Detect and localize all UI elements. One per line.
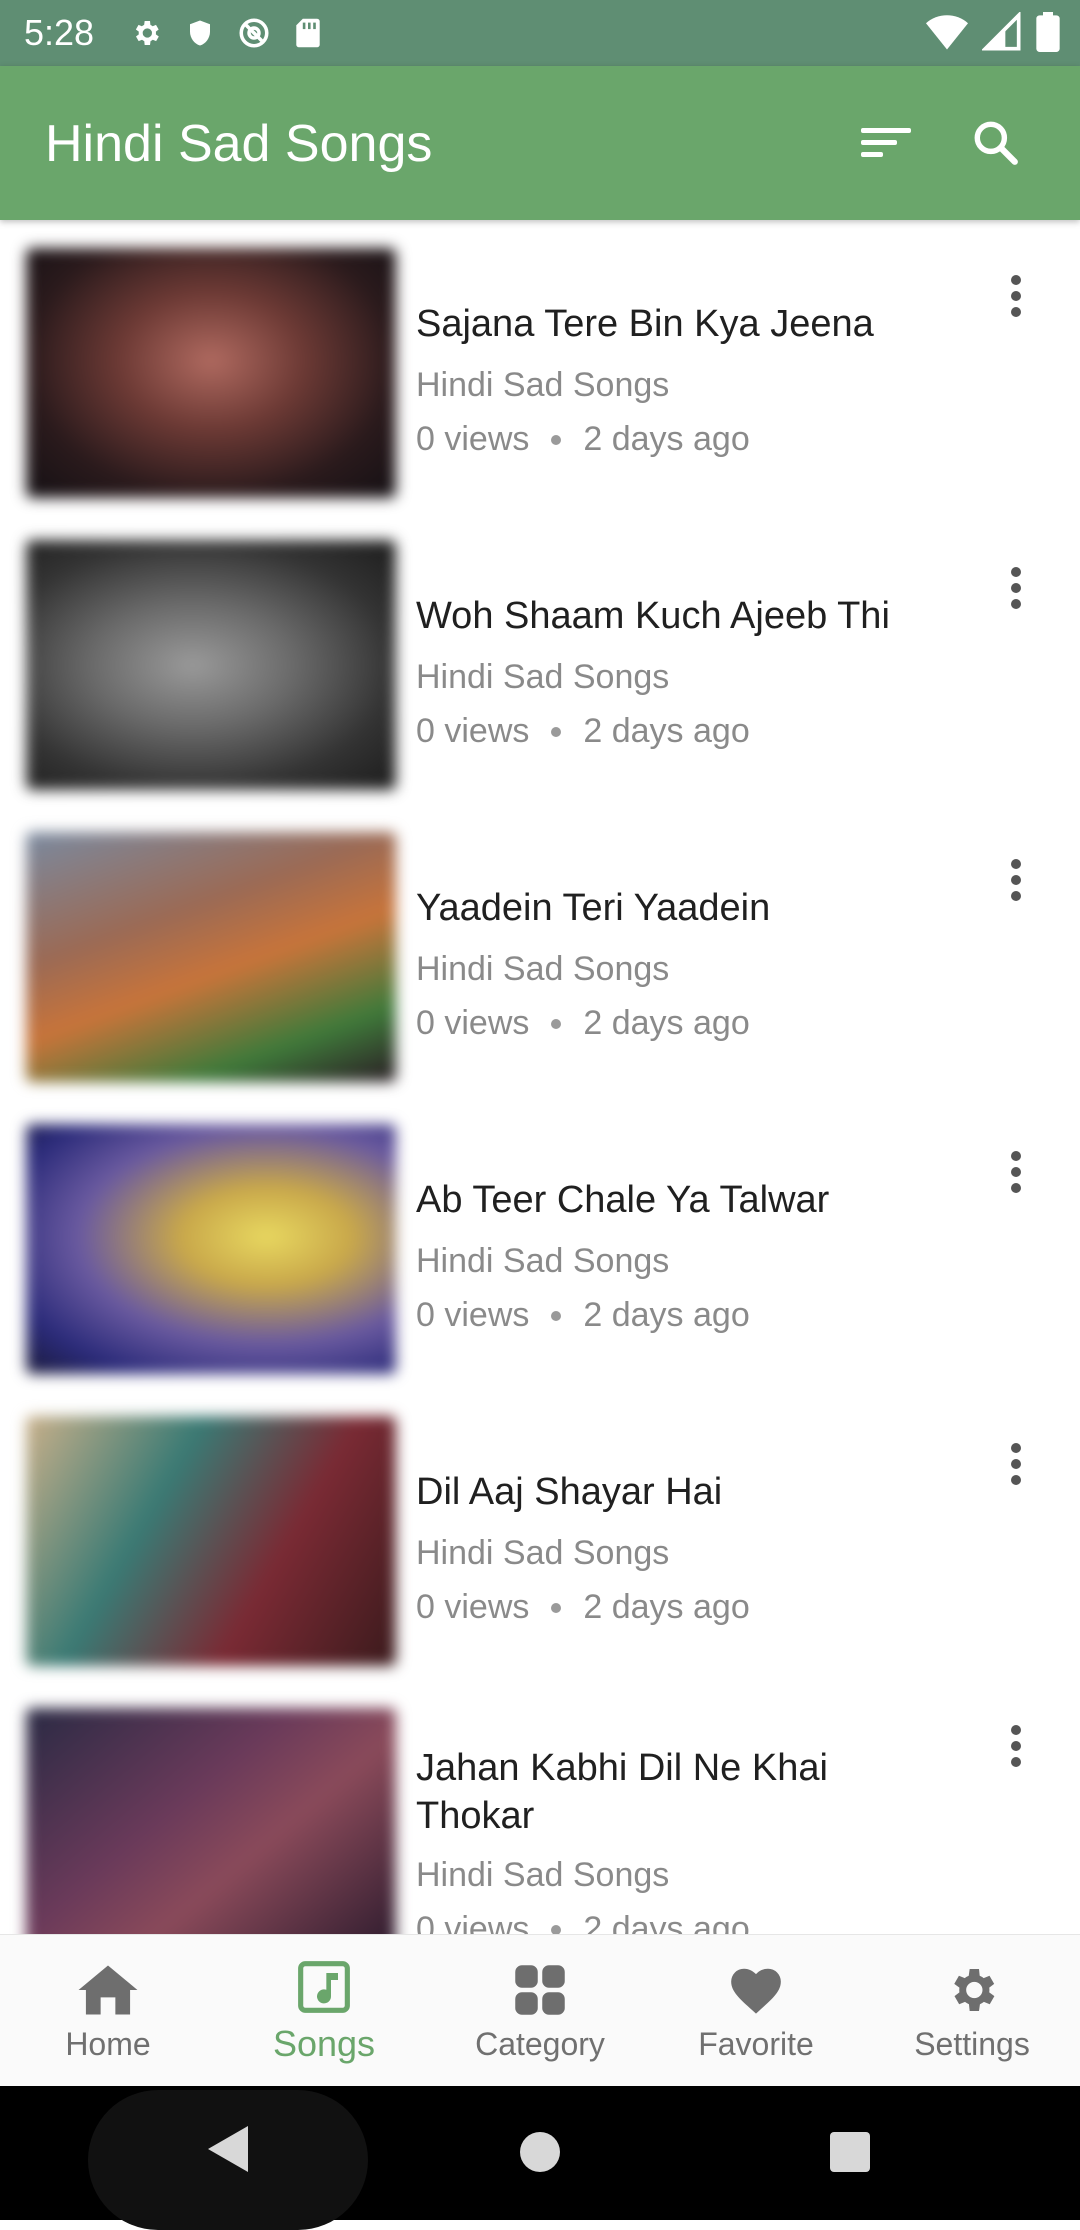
song-thumbnail[interactable] [26, 1708, 396, 1934]
nav-label: Favorite [698, 2025, 814, 2062]
nav-favorite[interactable]: Favorite [648, 1935, 864, 2087]
song-age: 2 days ago [583, 420, 750, 458]
song-meta: 0 views 2 days ago [416, 1004, 750, 1043]
nav-home[interactable]: Home [0, 1935, 216, 2087]
list-item[interactable]: Yaadein Teri Yaadein Hindi Sad Songs 0 v… [0, 804, 1080, 1096]
song-thumbnail[interactable] [26, 1124, 396, 1374]
song-title[interactable]: Sajana Tere Bin Kya Jeena [416, 300, 956, 348]
list-item[interactable]: Jahan Kabhi Dil Ne Khai Thokar Hindi Sad… [0, 1680, 1080, 1934]
nav-label: Category [475, 2025, 605, 2062]
song-meta: 0 views 2 days ago [416, 1588, 750, 1627]
song-thumbnail[interactable] [26, 248, 396, 498]
more-options-icon[interactable] [990, 1710, 1042, 1782]
song-channel: Hindi Sad Songs [416, 950, 670, 988]
nav-songs[interactable]: Songs [216, 1935, 432, 2087]
shield-icon [180, 13, 220, 53]
song-age: 2 days ago [583, 1004, 750, 1042]
home-icon [78, 1960, 138, 2020]
song-age: 2 days ago [583, 1910, 750, 1934]
song-channel: Hindi Sad Songs [416, 1242, 670, 1280]
separator-dot [551, 726, 562, 737]
list-item[interactable]: Woh Shaam Kuch Ajeeb Thi Hindi Sad Songs… [0, 512, 1080, 804]
music-note-icon [294, 1957, 354, 2017]
song-meta: 0 views 2 days ago [416, 1296, 750, 1335]
gear-icon [942, 1960, 1002, 2020]
search-icon[interactable] [963, 110, 1027, 174]
sort-icon[interactable] [854, 110, 918, 174]
song-title[interactable]: Yaadein Teri Yaadein [416, 884, 956, 932]
nav-label: Songs [272, 2023, 376, 2064]
separator-dot [551, 1924, 562, 1934]
song-meta: 0 views 2 days ago [416, 712, 750, 751]
song-age: 2 days ago [583, 1588, 750, 1626]
more-options-icon[interactable] [990, 260, 1042, 332]
song-channel: Hindi Sad Songs [416, 658, 670, 696]
song-age: 2 days ago [583, 712, 750, 750]
home-circle-icon[interactable] [518, 2130, 562, 2179]
gear-icon [126, 13, 166, 53]
song-views: 0 views [416, 1296, 530, 1334]
song-views: 0 views [416, 1910, 530, 1934]
heart-icon [726, 1960, 786, 2020]
song-views: 0 views [416, 1588, 530, 1626]
separator-dot [551, 1018, 562, 1029]
status-bar: 5:28 [0, 0, 1080, 66]
song-meta: 0 views 2 days ago [416, 1910, 750, 1934]
song-meta: 0 views 2 days ago [416, 420, 750, 459]
song-title[interactable]: Ab Teer Chale Ya Talwar [416, 1176, 956, 1224]
more-options-icon[interactable] [990, 552, 1042, 624]
bottom-navigation: Home Songs Category Favorite Settings [0, 1934, 1080, 2087]
song-list[interactable]: Sajana Tere Bin Kya Jeena Hindi Sad Song… [0, 220, 1080, 1934]
list-item[interactable]: Sajana Tere Bin Kya Jeena Hindi Sad Song… [0, 220, 1080, 512]
grid-icon [510, 1960, 570, 2020]
status-time: 5:28 [24, 12, 95, 53]
page-title: Hindi Sad Songs [45, 115, 433, 173]
nav-label: Settings [914, 2025, 1030, 2062]
song-channel: Hindi Sad Songs [416, 1534, 670, 1572]
wifi-icon [926, 12, 968, 57]
song-channel: Hindi Sad Songs [416, 1856, 670, 1894]
more-options-icon[interactable] [990, 1428, 1042, 1500]
song-thumbnail[interactable] [26, 540, 396, 790]
song-thumbnail[interactable] [26, 832, 396, 1082]
song-views: 0 views [416, 712, 530, 750]
more-options-icon[interactable] [990, 844, 1042, 916]
song-title[interactable]: Woh Shaam Kuch Ajeeb Thi [416, 592, 956, 640]
song-age: 2 days ago [583, 1296, 750, 1334]
song-views: 0 views [416, 420, 530, 458]
song-thumbnail[interactable] [26, 1416, 396, 1666]
separator-dot [551, 1602, 562, 1613]
at-sign-icon [234, 13, 274, 53]
nav-settings[interactable]: Settings [864, 1935, 1080, 2087]
separator-dot [551, 434, 562, 445]
sd-card-icon [288, 13, 328, 53]
back-icon[interactable] [204, 2124, 250, 2179]
battery-icon [1036, 12, 1060, 57]
nav-category[interactable]: Category [432, 1935, 648, 2087]
app-bar: Hindi Sad Songs [0, 66, 1080, 220]
list-item[interactable]: Dil Aaj Shayar Hai Hindi Sad Songs 0 vie… [0, 1388, 1080, 1680]
nav-label: Home [65, 2025, 151, 2062]
song-channel: Hindi Sad Songs [416, 366, 670, 404]
recents-icon[interactable] [828, 2130, 872, 2179]
list-item[interactable]: Ab Teer Chale Ya Talwar Hindi Sad Songs … [0, 1096, 1080, 1388]
signal-icon [980, 10, 1022, 57]
song-views: 0 views [416, 1004, 530, 1042]
song-title[interactable]: Dil Aaj Shayar Hai [416, 1468, 956, 1516]
more-options-icon[interactable] [990, 1136, 1042, 1208]
separator-dot [551, 1310, 562, 1321]
song-title[interactable]: Jahan Kabhi Dil Ne Khai Thokar [416, 1744, 956, 1840]
